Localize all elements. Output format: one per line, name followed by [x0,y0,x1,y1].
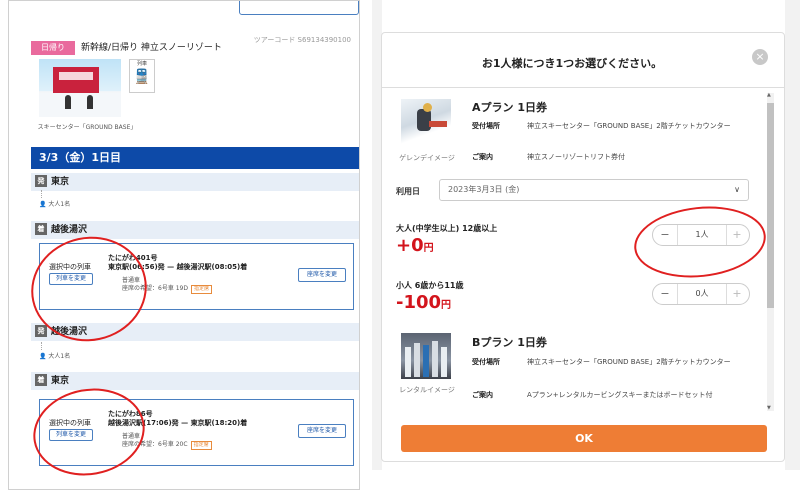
plan-b-image [401,333,451,379]
passenger-count: 👤 大人1名 [39,342,70,360]
reception-label: 受付場所 [472,122,500,130]
quantity-value: 1人 [677,225,727,245]
scroll-down-icon[interactable]: ▼ [767,406,771,411]
scroll-up-icon[interactable]: ▲ [767,93,771,98]
child-type-label: 小人 6歳から11歳 [396,281,464,290]
child-price: -100円 [396,292,452,313]
plan-image-caption: ゲレンデイメージ [399,154,455,162]
transport-train-icon: 列車 🚆 [129,59,155,93]
scrollbar-thumb[interactable] [767,103,774,308]
departure-station-row: 発東京 [31,173,359,191]
modal-title: お1人様につき1つお選びください。 [481,57,663,70]
close-icon[interactable]: × [752,49,768,65]
depart-tag: 発 [35,325,47,337]
station-name: 越後湯沢 [51,225,88,235]
ski-gear [429,121,447,127]
skier-figure [417,109,431,131]
train-route: 越後湯沢駅(17:06)発 — 東京駅(18:20)着 [108,419,248,427]
reserved-seat-tag: 指定席 [190,441,212,450]
skier-figure [65,95,71,109]
rental-ski [432,341,438,377]
plan-title: Bプラン 1日券 [472,336,547,349]
reception-label: 受付場所 [472,358,500,366]
skier-helmet [423,103,432,112]
adult-quantity-stepper: − 1人 + [652,224,750,246]
departure-station-row: 発越後湯沢 [31,323,359,341]
adult-price: +0円 [396,235,434,256]
chevron-down-icon: ∨ [734,185,740,194]
tour-code: ツアーコード S69134390100 [253,36,351,44]
skier-figure [87,95,93,109]
rental-ski [414,343,420,377]
reception-value: 神立スキーセンター「GROUND BASE」2階チケットカウンター [527,358,731,366]
train-name: たにがわ86号 [108,410,153,418]
plan-image-caption: レンタルイメージ [399,386,455,394]
transport-label: 列車 [136,61,147,67]
arrive-tag: 着 [35,374,47,386]
station-name: 越後湯沢 [51,327,88,337]
train-icon: 🚆 [133,69,151,85]
top-button-stub[interactable] [239,1,359,15]
train-route: 東京駅(06:56)発 — 越後湯沢駅(08:05)着 [108,263,248,271]
selected-train-card: 選択中の列車 列車を変更 たにがわ86号 越後湯沢駅(17:06)発 — 東京駅… [39,399,354,466]
date-select[interactable]: 2023年3月3日 (金) ∨ [439,179,749,201]
increment-button[interactable]: + [725,284,749,304]
increment-button[interactable]: + [725,225,749,245]
itinerary-panel: ツアーコード S69134390100 日帰り 新幹線/日帰り 神立スノーリゾー… [8,0,360,490]
seat-preference: 座席の希望：6号車 19D 指定席 [122,283,212,294]
station-name: 東京 [51,177,70,187]
selected-train-card: 選択中の列車 列車を変更 たにがわ401号 東京駅(06:56)発 — 越後湯沢… [39,243,354,310]
selected-train-label: 選択中の列車 [49,263,91,271]
child-quantity-stepper: − 0人 + [652,283,750,305]
change-seat-button[interactable]: 座席を変更 [298,424,346,438]
day-trip-badge: 日帰り [31,41,75,55]
adult-type-label: 大人(中学生以上) 12歳以上 [396,224,498,233]
snow-ground [39,93,121,117]
ok-button[interactable]: OK [401,425,767,452]
reserved-seat-tag: 指定席 [190,285,212,294]
info-label: ご案内 [472,391,493,399]
modal-scrollbar[interactable]: ▲ ▼ [767,93,774,411]
info-label: ご案内 [472,153,493,161]
plan-selection-modal: お1人様につき1つお選びください。 × ゲレンデイメージ Aプラン 1日券 受付… [381,32,785,462]
decrement-button[interactable]: − [653,284,677,304]
tour-image-caption: スキーセンター「GROUND BASE」 [37,124,137,131]
background-page [785,0,800,470]
train-name: たにがわ401号 [108,254,158,262]
depart-tag: 発 [35,175,47,187]
change-train-button[interactable]: 列車を変更 [49,429,93,441]
arrival-station-row: 着東京 [31,372,359,390]
info-value: 神立スノーリゾートリフト券付 [527,153,625,161]
ground-base-building [53,67,99,93]
arrive-tag: 着 [35,223,47,235]
arrival-station-row: 着越後湯沢 [31,221,359,239]
seat-preference: 座席の希望：6号車 20C 指定席 [122,439,212,450]
quantity-value: 0人 [677,284,727,304]
rental-ski [423,345,429,377]
rental-ski [441,347,447,377]
change-seat-button[interactable]: 座席を変更 [298,268,346,282]
tour-image [39,59,121,117]
day-header: 3/3（金）1日目 [31,147,359,169]
selected-train-label: 選択中の列車 [49,419,91,427]
station-name: 東京 [51,376,70,386]
plan-title: Aプラン 1日券 [472,101,547,114]
change-train-button[interactable]: 列車を変更 [49,273,93,285]
tour-title: 新幹線/日帰り 神立スノーリゾート [81,43,222,53]
info-value: Aプラン+レンタルカービングスキーまたはボードセット付 [527,391,713,399]
date-label: 利用日 [396,187,420,196]
plan-a-image [401,99,451,145]
rental-ski [405,347,411,377]
decrement-button[interactable]: − [653,225,677,245]
reception-value: 神立スキーセンター「GROUND BASE」2階チケットカウンター [527,122,731,130]
divider [382,87,784,88]
passenger-count: 👤 大人1名 [39,190,70,208]
